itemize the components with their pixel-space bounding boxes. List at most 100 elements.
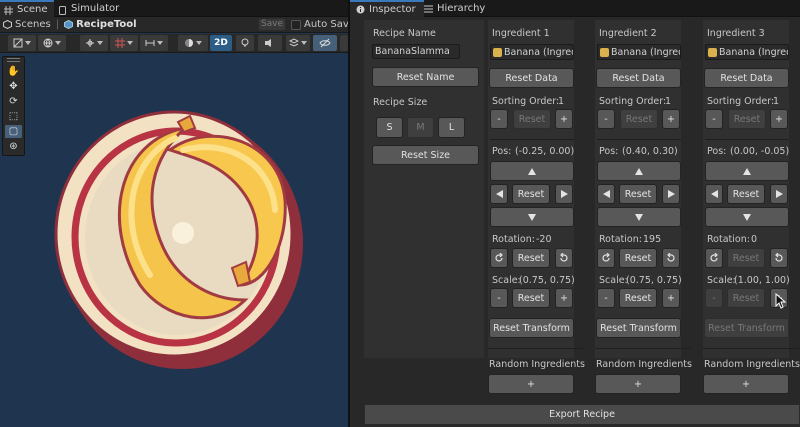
autosave-toggle[interactable]: Auto Save	[291, 18, 355, 31]
ingredient-2-sorting-reset[interactable]: Reset	[620, 109, 658, 129]
scene-view[interactable]	[0, 0, 348, 427]
move-tool[interactable]: ✥	[5, 80, 22, 93]
grid-snap-dropdown[interactable]	[110, 35, 138, 51]
ingredient-3-rotate-ccw[interactable]	[705, 248, 723, 268]
size-s-button[interactable]: S	[376, 117, 403, 138]
rotate-tool[interactable]: ⟳	[5, 95, 22, 108]
recipe-name-input[interactable]: BananaSlamma	[372, 44, 460, 59]
ingredient-2-rotate-ccw[interactable]	[597, 248, 615, 268]
ingredient-1-divider	[490, 139, 574, 140]
ingredient-3-reset-transform-button[interactable]: Reset Transform	[704, 318, 789, 338]
ingredient-3-scale-minus[interactable]: -	[705, 288, 723, 308]
size-l-button[interactable]: L	[438, 117, 465, 138]
ingredient-2-object-field[interactable]: Banana (Ingred	[597, 44, 681, 60]
ingredient-2-sorting-minus[interactable]: -	[597, 109, 615, 129]
ingredient-2-move-up[interactable]	[597, 161, 681, 181]
ingredient-3-sorting-value: 1	[773, 96, 780, 107]
ingredient-3-move-up[interactable]	[705, 161, 789, 181]
ingredient-1-rotate-cw[interactable]	[555, 248, 573, 268]
ingredient-2-scale-minus[interactable]: -	[597, 288, 615, 308]
breadcrumb-scenes[interactable]: Scenes	[0, 19, 54, 30]
ingredient-3-rotate-cw[interactable]	[770, 248, 788, 268]
effects-dropdown[interactable]	[286, 35, 310, 51]
ingredient-2-divider	[597, 139, 681, 140]
ingredient-1-reset-data-button[interactable]: Reset Data	[489, 68, 574, 88]
audio-toggle[interactable]	[258, 35, 282, 51]
tab-inspector[interactable]: Inspector	[350, 0, 424, 17]
ingredient-3-sorting-reset[interactable]: Reset	[728, 109, 766, 129]
hand-tool[interactable]: ✋	[5, 65, 22, 78]
hidden-objects-toggle[interactable]	[313, 35, 337, 51]
object-field-value: Banana (Ingred	[719, 46, 789, 58]
toolbar-overflow[interactable]	[340, 35, 348, 51]
ingredient-3-rotation-reset[interactable]: Reset	[727, 248, 765, 268]
breadcrumb-recipetool[interactable]: RecipeTool	[61, 19, 139, 30]
lighting-toggle[interactable]	[236, 35, 254, 51]
ingredient-1-move-left[interactable]	[490, 184, 508, 204]
info-icon	[356, 5, 365, 14]
ingredient-1-sorting-reset[interactable]: Reset	[513, 109, 551, 129]
ingredient-3-scale-label: Scale:	[707, 275, 736, 286]
ingredient-1-pos-reset[interactable]: Reset	[512, 184, 550, 204]
ingredient-3-object-field[interactable]: Banana (Ingred	[705, 44, 789, 60]
2d-mode-toggle[interactable]: 2D	[210, 35, 232, 51]
ingredient-2-scale-reset[interactable]: Reset	[619, 288, 657, 308]
ingredient-1-scale-plus[interactable]: +	[555, 288, 573, 308]
ingredient-2-move-down[interactable]	[597, 207, 681, 227]
export-recipe-button[interactable]: Export Recipe	[364, 404, 800, 425]
ingredient-2-move-left[interactable]	[597, 184, 615, 204]
pivot-dropdown[interactable]	[80, 35, 108, 51]
ingredient-1-scale-reset[interactable]: Reset	[512, 288, 550, 308]
ingredient-1-move-right[interactable]	[555, 184, 573, 204]
transform-tool[interactable]: ⊛	[5, 140, 22, 153]
ingredient-2-reset-transform-button[interactable]: Reset Transform	[596, 318, 681, 338]
tab-scene[interactable]: Scene	[0, 0, 54, 17]
tab-simulator[interactable]: Simulator	[54, 0, 125, 17]
ingredient-1-sorting-plus[interactable]: +	[555, 109, 573, 129]
rect-tool[interactable]: ▢	[5, 125, 22, 138]
tab-hierarchy[interactable]: Hierarchy	[418, 0, 493, 17]
tab-inspector-label: Inspector	[369, 4, 416, 15]
ingredient-2-rotation-reset[interactable]: Reset	[619, 248, 657, 268]
save-button[interactable]: Save	[258, 18, 286, 31]
autosave-checkbox[interactable]	[291, 19, 301, 30]
ingredient-1-scale-minus[interactable]: -	[490, 288, 508, 308]
ingredient-2-rotation-value: 195	[643, 234, 662, 245]
ingredient-2-scale-plus[interactable]: +	[662, 288, 680, 308]
random-ingredients-1-add-button[interactable]: +	[488, 374, 574, 394]
random-ingredients-3-add-button[interactable]: +	[703, 374, 789, 394]
ingredient-2-pos-reset[interactable]: Reset	[619, 184, 657, 204]
ingredient-3-reset-data-button[interactable]: Reset Data	[704, 68, 789, 88]
ingredient-1-sorting-minus[interactable]: -	[490, 109, 508, 129]
increment-snap-dropdown[interactable]	[140, 35, 168, 51]
ingredient-1-object-field[interactable]: Banana (Ingred	[490, 44, 574, 60]
highlight-spot	[172, 222, 194, 244]
ingredient-3-move-right[interactable]	[770, 184, 788, 204]
ingredient-2-rotation-label: Rotation:	[599, 234, 642, 245]
ingredient-3-scale-reset[interactable]: Reset	[727, 288, 765, 308]
ingredient-1-rotate-ccw[interactable]	[490, 248, 508, 268]
list-icon	[424, 5, 433, 13]
ingredient-3-sorting-minus[interactable]: -	[705, 109, 723, 129]
size-m-button[interactable]: M	[407, 117, 434, 138]
ingredient-2-reset-data-button[interactable]: Reset Data	[596, 68, 681, 88]
shading-dropdown[interactable]	[178, 35, 208, 51]
ingredient-1-rotation-reset[interactable]: Reset	[512, 248, 550, 268]
ingredient-2-rotate-cw[interactable]	[662, 248, 680, 268]
ingredient-2-move-right[interactable]	[662, 184, 680, 204]
random-ingredients-2-add-button[interactable]: +	[595, 374, 681, 394]
ingredient-3-pos-reset[interactable]: Reset	[727, 184, 765, 204]
draw-mode-dropdown[interactable]	[8, 35, 36, 51]
scale-tool[interactable]: ⬚	[5, 110, 22, 123]
reset-size-button[interactable]: Reset Size	[372, 145, 479, 165]
ingredient-3-sorting-plus[interactable]: +	[770, 109, 788, 129]
ingredient-3-move-down[interactable]	[705, 207, 789, 227]
reset-name-button[interactable]: Reset Name	[372, 67, 479, 87]
ingredient-1-move-up[interactable]	[490, 161, 574, 181]
ingredient-1-move-down[interactable]	[490, 207, 574, 227]
ingredient-1-reset-transform-button[interactable]: Reset Transform	[489, 318, 574, 338]
ingredient-2-sorting-plus[interactable]: +	[662, 109, 680, 129]
globe-dropdown[interactable]	[38, 35, 66, 51]
palette-grip[interactable]	[7, 58, 20, 62]
ingredient-3-move-left[interactable]	[705, 184, 723, 204]
